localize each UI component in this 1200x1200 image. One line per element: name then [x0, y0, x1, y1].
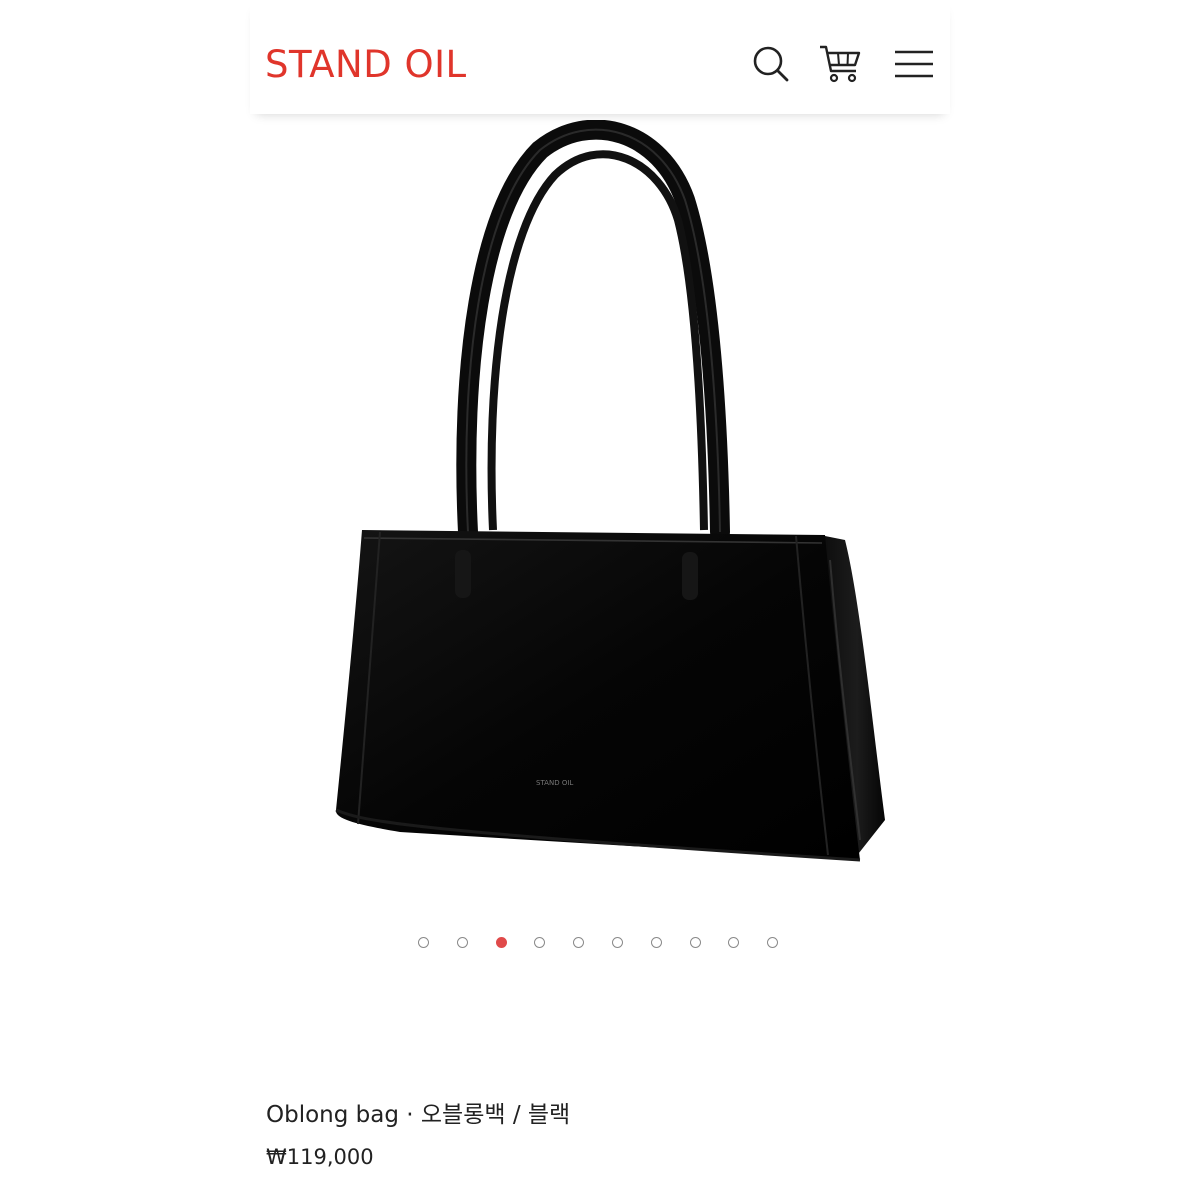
product-price: ₩119,000 — [266, 1145, 374, 1169]
bag-brand-stamp: STAND OIL — [536, 779, 573, 787]
carousel-dot[interactable] — [767, 937, 779, 948]
site-header: STAND OIL — [250, 0, 950, 114]
carousel-dot[interactable] — [689, 937, 701, 948]
carousel-dot[interactable] — [573, 937, 585, 948]
cart-button[interactable] — [816, 40, 864, 88]
product-image[interactable]: STAND OIL — [300, 119, 920, 880]
carousel-dot[interactable] — [611, 937, 623, 948]
search-icon — [753, 46, 789, 82]
brand-logo[interactable]: STAND OIL — [265, 40, 467, 90]
cart-icon — [820, 45, 861, 83]
carousel-dot[interactable] — [456, 937, 468, 948]
carousel-dot[interactable] — [534, 937, 546, 948]
carousel-dot[interactable] — [418, 937, 429, 948]
carousel-dot[interactable] — [650, 937, 662, 948]
menu-icon — [895, 50, 933, 78]
logo-text: STAND OIL — [265, 43, 467, 86]
product-name: Oblong bag · 오블롱백 / 블랙 — [266, 1102, 571, 1128]
product-page: STAND OIL STAND OIL Oblong bag · 오블롱백 / … — [0, 0, 1200, 1200]
menu-button[interactable] — [890, 40, 938, 88]
carousel-dot[interactable] — [728, 937, 740, 948]
bag-illustration: STAND OIL — [335, 119, 885, 862]
carousel-dot-active[interactable] — [495, 937, 507, 948]
carousel-dots — [418, 937, 806, 948]
search-button[interactable] — [747, 40, 795, 88]
